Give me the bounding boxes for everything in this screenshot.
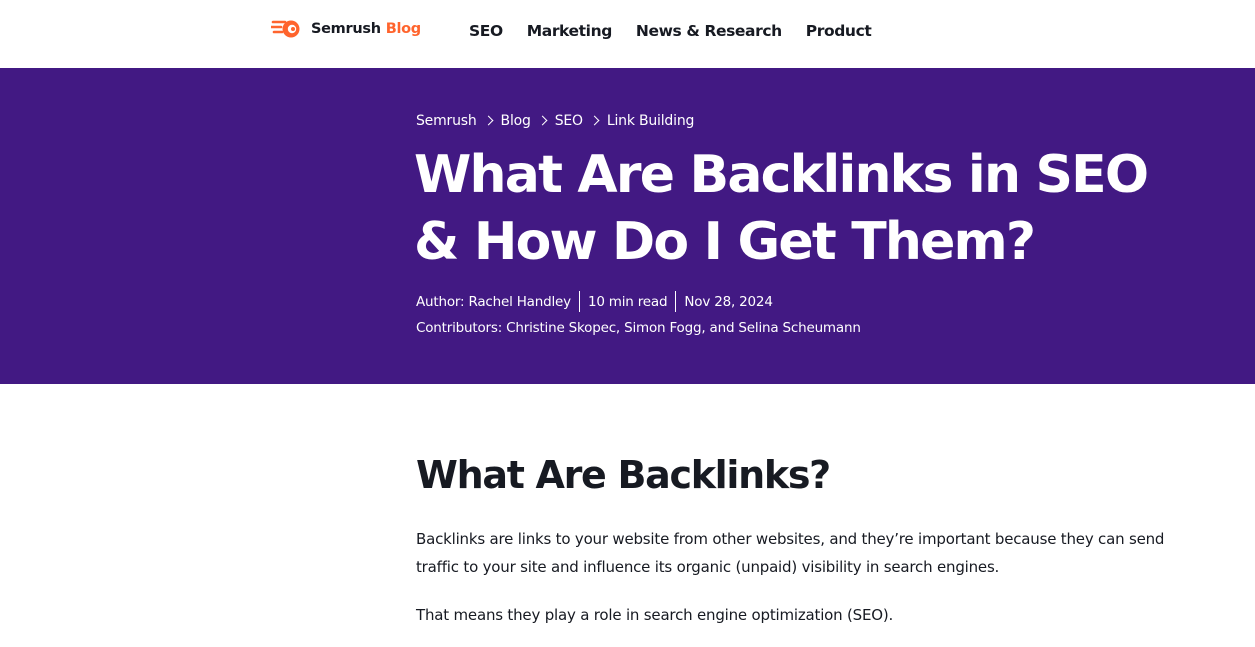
semrush-blog-logo[interactable]: Semrush Blog xyxy=(271,18,421,40)
article-body: What Are Backlinks? Backlinks are links … xyxy=(0,384,1255,647)
brand-name: Semrush xyxy=(311,21,381,37)
read-time: 10 min read xyxy=(587,293,668,310)
article-hero: Semrush Blog SEO Link Building What Are … xyxy=(0,68,1255,384)
publish-date: Nov 28, 2024 xyxy=(684,293,773,310)
contributors: Contributors: Christine Skopec, Simon Fo… xyxy=(416,320,861,336)
article-meta: Author: Rachel Handley 10 min read Nov 2… xyxy=(416,291,773,312)
chevron-right-icon xyxy=(583,115,607,127)
meta-divider xyxy=(675,291,677,312)
page-title: What Are Backlinks in SEO & How Do I Get… xyxy=(414,145,1149,272)
paragraph: Backlinks are links to your website from… xyxy=(416,530,1165,576)
paragraph: That means they play a role in search en… xyxy=(416,606,894,624)
main-nav: SEO Marketing News & Research Product xyxy=(469,22,872,40)
breadcrumb-semrush[interactable]: Semrush xyxy=(416,113,477,129)
section-heading: What Are Backlinks? xyxy=(416,453,831,497)
meta-divider xyxy=(578,291,580,312)
brand-accent: Blog xyxy=(385,21,421,37)
chevron-right-icon xyxy=(477,115,501,127)
nav-item-marketing[interactable]: Marketing xyxy=(527,22,613,40)
breadcrumb-blog[interactable]: Blog xyxy=(501,113,531,129)
top-navigation: Semrush Blog SEO Marketing News & Resear… xyxy=(0,0,1255,68)
nav-item-seo[interactable]: SEO xyxy=(469,22,503,40)
nav-item-product[interactable]: Product xyxy=(806,22,872,40)
chevron-right-icon xyxy=(531,115,555,127)
author-link[interactable]: Author: Rachel Handley xyxy=(416,294,571,310)
breadcrumb: Semrush Blog SEO Link Building xyxy=(416,113,694,129)
nav-item-news-research[interactable]: News & Research xyxy=(636,22,782,40)
breadcrumb-link-building[interactable]: Link Building xyxy=(607,113,695,129)
breadcrumb-seo[interactable]: SEO xyxy=(555,113,583,129)
semrush-flame-icon xyxy=(271,18,303,40)
